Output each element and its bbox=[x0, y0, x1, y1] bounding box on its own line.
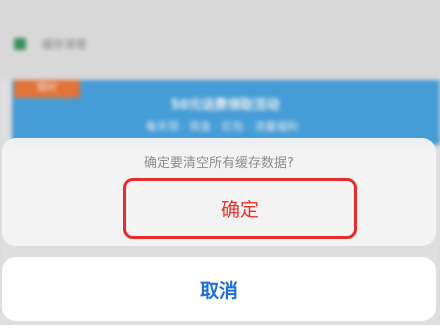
sheet-message: 确定要清空所有缓存数据? bbox=[144, 156, 294, 171]
action-sheet: 确定要清空所有缓存数据? 确定 bbox=[2, 138, 436, 246]
cancel-button[interactable]: 取消 bbox=[2, 257, 436, 321]
confirm-button[interactable]: 确定 bbox=[123, 178, 357, 239]
